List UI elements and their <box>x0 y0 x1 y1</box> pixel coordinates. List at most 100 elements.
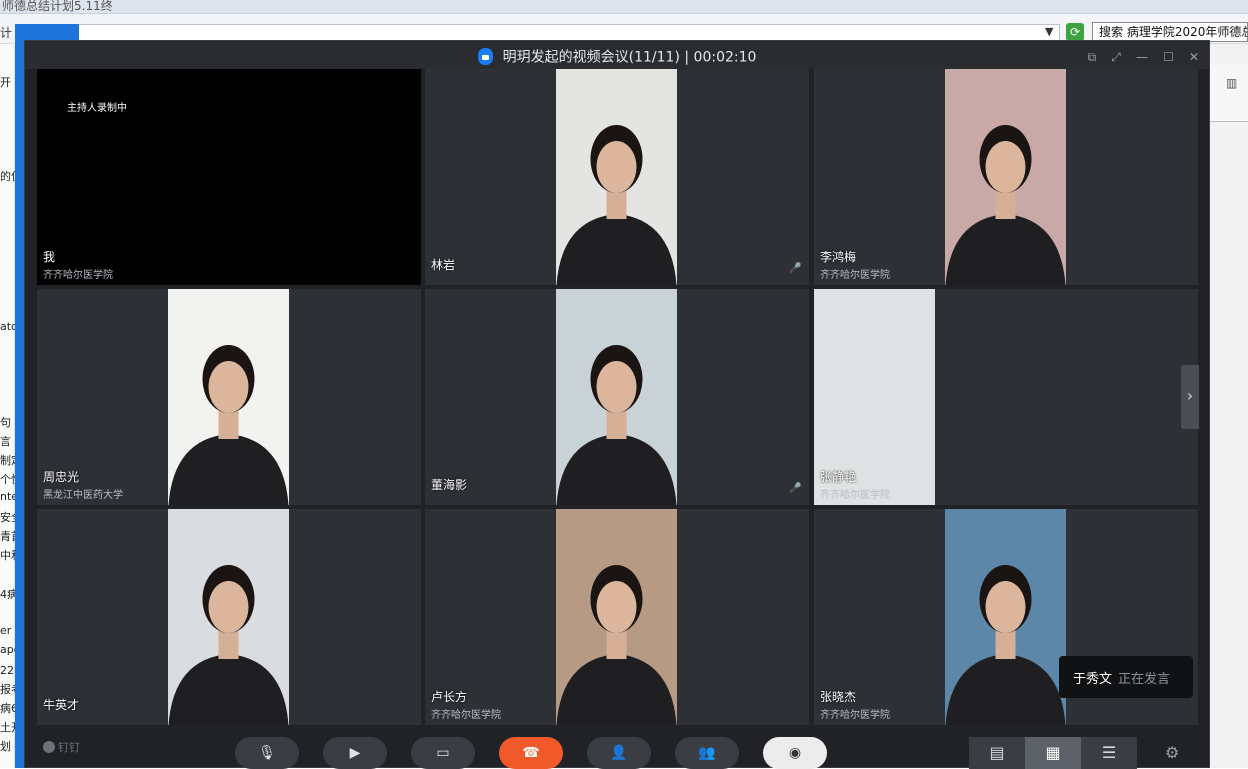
participant-tile[interactable]: 张静艳齐齐哈尔医学院 <box>814 289 1198 505</box>
grid-layout-button[interactable]: ▦ <box>1025 737 1081 769</box>
background-fragment: 言 <box>0 435 11 448</box>
record-icon: ◉ <box>788 745 802 761</box>
background-fragment: 土开 <box>0 721 15 734</box>
participant-video <box>556 69 677 285</box>
hang-up-button[interactable]: ☎ <box>499 737 563 769</box>
background-fragment: er <box>0 624 12 637</box>
meeting-window: 明玥发起的视频会议(11/11) | 00:02:10 ⧉ ⤢ — ☐ ✕ 张晓… <box>24 40 1210 769</box>
participant-video <box>168 289 289 505</box>
dropdown-arrow-icon[interactable]: ▼ <box>1045 25 1053 38</box>
meeting-titlebar: 明玥发起的视频会议(11/11) | 00:02:10 ⧉ ⤢ — ☐ ✕ <box>25 41 1209 69</box>
participant-name: 张静艳 <box>820 470 857 484</box>
participant-name: 我 <box>43 250 56 264</box>
minimize-icon[interactable]: — <box>1136 50 1148 64</box>
participant-organization: 齐齐哈尔医学院 <box>820 270 890 281</box>
participant-tile[interactable]: 李鸿梅齐齐哈尔医学院 <box>814 69 1198 285</box>
camera-button[interactable]: ▶ <box>323 737 387 769</box>
background-fragment: 病6.1 <box>0 702 15 715</box>
member-manage-icon: 👥 <box>698 745 716 761</box>
video-grid: 张晓杰 齐齐哈尔医学院 卢长方 齐齐哈尔医学院 牛英才 张静艳 齐齐哈尔医学院 董海影 🎤 周忠光… <box>37 69 1199 725</box>
refresh-icon[interactable]: ⟳ <box>1066 23 1084 41</box>
background-fragment: nte <box>0 490 15 503</box>
participant-tile[interactable]: 董海影 🎤 <box>425 289 809 505</box>
add-member-icon: 👤 <box>610 745 628 761</box>
participant-video <box>945 69 1066 285</box>
muted-microphone-icon: 🎤 <box>789 263 802 274</box>
background-fragment: 报考 <box>0 683 15 696</box>
screen-share-icon: ▭ <box>436 745 450 761</box>
participant-video <box>556 289 677 505</box>
participant-name: 卢长方 <box>431 690 468 704</box>
background-fragment: 句 <box>0 416 11 429</box>
next-page-chevron-icon[interactable]: › <box>1181 365 1199 429</box>
participant-tile[interactable]: 卢长方齐齐哈尔医学院 <box>425 509 809 725</box>
brand-name: 钉钉 <box>58 741 80 754</box>
screen-share-button[interactable]: ▭ <box>411 737 475 769</box>
participant-tile[interactable]: 主持人录制中我齐齐哈尔医学院 <box>37 69 421 285</box>
participant-name: 李鸿梅 <box>820 250 857 264</box>
participant-video <box>556 509 677 725</box>
speaking-indicator: 于秀文 正在发言 <box>1059 656 1193 698</box>
popout-icon[interactable]: ⧉ <box>1088 50 1097 65</box>
meeting-toolbar: 钉钉 🎙 ▶ ▭ ☎ 👤 👥 ◉ ▤ ▦ ☰ ⚙ <box>25 727 1209 769</box>
camera-icon: ▶ <box>349 745 361 761</box>
participant-video <box>945 509 1066 725</box>
background-fragment: 划 <box>0 740 11 753</box>
recording-status: 主持人录制中 <box>67 103 127 114</box>
background-search-box[interactable]: 搜索 病理学院2020年师德总结 <box>1092 22 1248 42</box>
background-title: 师德总结计划5.11终 <box>2 0 113 13</box>
participant-tile[interactable]: 牛英才 <box>37 509 421 725</box>
participant-name: 董海影 <box>431 478 468 492</box>
speaking-name: 于秀文 <box>1073 672 1113 687</box>
secure-lock-icon <box>477 48 493 65</box>
background-fragment: 开 <box>0 76 11 89</box>
participant-tile[interactable]: 林岩 🎤 <box>425 69 809 285</box>
background-fragment: 制定 <box>0 454 15 467</box>
background-fragment: 个性 <box>0 473 15 486</box>
microphone-icon: 🎙 <box>258 745 276 761</box>
participant-name: 牛英才 <box>43 698 80 712</box>
background-fragment: 中和 <box>0 549 15 562</box>
record-button[interactable]: ◉ <box>763 737 827 769</box>
background-fragment: 4病 <box>0 588 15 601</box>
muted-microphone-icon: 🎤 <box>789 483 802 494</box>
background-fragment: 22扌 <box>0 664 15 677</box>
participant-name: 林岩 <box>431 258 456 272</box>
list-layout-button[interactable]: ☰ <box>1081 737 1137 769</box>
participant-name: 周忠光 <box>43 470 80 484</box>
brand-logo: 钉钉 <box>43 739 80 755</box>
microphone-button[interactable]: 🎙 <box>235 737 299 769</box>
participant-organization: 齐齐哈尔医学院 <box>820 710 890 721</box>
background-fragment: 安全 <box>0 511 15 524</box>
participant-organization: 黑龙江中医药大学 <box>43 490 123 501</box>
background-right-toolbar <box>1210 64 1248 122</box>
participant-tile[interactable]: 周忠光黑龙江中医药大学 <box>37 289 421 505</box>
participant-organization: 齐齐哈尔医学院 <box>820 490 890 501</box>
fullscreen-icon[interactable]: ⤢ <box>1111 50 1121 65</box>
speaker-layout-button[interactable]: ▤ <box>969 737 1025 769</box>
maximize-icon[interactable]: ☐ <box>1163 50 1174 64</box>
meeting-title: 明玥发起的视频会议(11/11) | 00:02:10 <box>502 49 757 66</box>
background-titlebar: 师德总结计划5.11终 <box>0 0 1248 14</box>
columns-icon[interactable]: ▥ <box>1226 76 1237 90</box>
background-left-panel <box>0 44 15 768</box>
background-fragment: 青首 <box>0 530 15 543</box>
participant-organization: 齐齐哈尔医学院 <box>43 270 113 281</box>
speaker-layout-icon: ▤ <box>989 743 1005 762</box>
dingtalk-icon <box>43 741 55 753</box>
background-right-panel <box>1210 44 1248 768</box>
add-member-button[interactable]: 👤 <box>587 737 651 769</box>
settings-gear-icon[interactable]: ⚙ <box>1165 743 1179 762</box>
hang-up-icon: ☎ <box>522 745 540 761</box>
background-fragment: ato <box>0 320 15 333</box>
participant-organization: 齐齐哈尔医学院 <box>431 710 501 721</box>
background-fragment: 的位 <box>0 170 15 183</box>
participant-video <box>168 509 289 725</box>
close-icon[interactable]: ✕ <box>1189 50 1199 64</box>
speaking-status: 正在发言 <box>1118 672 1171 687</box>
list-layout-icon: ☰ <box>1101 743 1117 762</box>
member-manage-button[interactable]: 👥 <box>675 737 739 769</box>
background-fragment: apo <box>0 643 15 656</box>
participant-name: 张晓杰 <box>820 690 857 704</box>
grid-layout-icon: ▦ <box>1045 743 1061 762</box>
